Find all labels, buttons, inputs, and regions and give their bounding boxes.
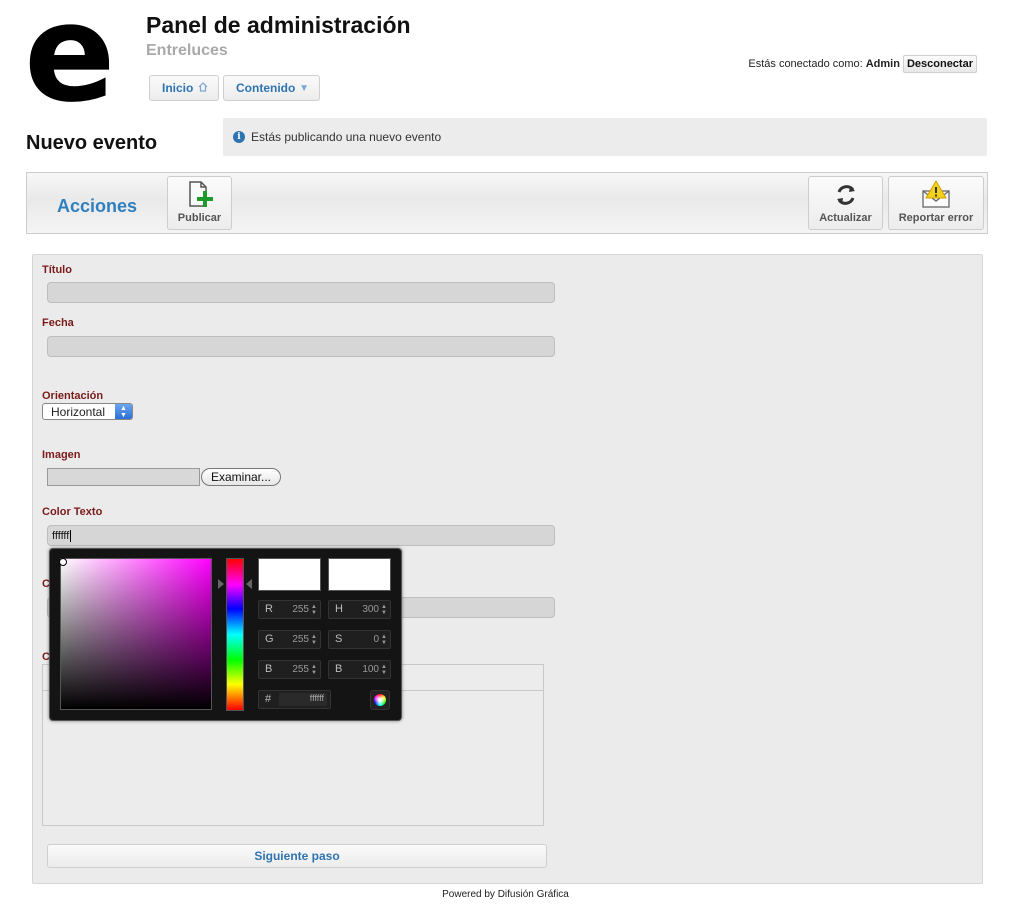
- hue-value: 300: [362, 604, 379, 615]
- refresh-button[interactable]: Actualizar: [808, 176, 883, 230]
- brightness-key: B: [335, 663, 343, 675]
- saturation-value: 0: [373, 634, 379, 645]
- stepper-icon: ▲ ▼: [311, 604, 317, 616]
- orientacion-select[interactable]: Horizontal ▲ ▼: [42, 403, 133, 420]
- hue-arrow-left-icon: [218, 579, 224, 589]
- notice-text: Estás publicando una nuevo evento: [251, 130, 442, 144]
- color-wheel-button[interactable]: [370, 690, 390, 710]
- logout-button[interactable]: Desconectar: [902, 55, 977, 73]
- select-arrows-icon: ▲ ▼: [115, 404, 132, 419]
- stepper-icon: ▲ ▼: [311, 634, 317, 646]
- brightness-field[interactable]: B 100 ▲ ▼: [328, 660, 391, 679]
- user-prefix: Estás conectado como:: [748, 58, 863, 70]
- red-field[interactable]: R 255 ▲ ▼: [258, 600, 321, 619]
- blue-field[interactable]: B 255 ▲ ▼: [258, 660, 321, 679]
- orientacion-label: Orientación: [42, 390, 104, 402]
- app-subtitle: Entreluces: [146, 42, 228, 59]
- site-logo: e: [24, 0, 116, 132]
- hue-field[interactable]: H 300 ▲ ▼: [328, 600, 391, 619]
- hex-value: ffffff: [279, 693, 327, 706]
- page-title: Nuevo evento: [26, 132, 158, 154]
- file-path-field: [47, 468, 200, 486]
- green-value: 255: [292, 634, 309, 645]
- user-name: Admin: [865, 58, 900, 70]
- saturation-field[interactable]: S 0 ▲ ▼: [328, 630, 391, 649]
- app-title: Panel de administración: [146, 12, 411, 38]
- hex-key: #: [265, 693, 272, 705]
- user-bar: Estás conectado como: Admin Desconectar: [748, 55, 977, 73]
- color-wheel-icon: [374, 694, 386, 706]
- stepper-icon: ▲ ▼: [381, 634, 387, 646]
- saturation-cursor[interactable]: [59, 558, 67, 566]
- brightness-value: 100: [362, 664, 379, 675]
- footer-credit: Powered by Difusión Gráfica: [442, 889, 569, 900]
- titulo-input[interactable]: [47, 282, 555, 303]
- blue-value: 255: [292, 664, 309, 675]
- nav-inicio-button[interactable]: Inicio: [149, 75, 219, 101]
- red-key: R: [265, 603, 273, 615]
- text-caret: [70, 529, 72, 542]
- refresh-icon: [831, 177, 861, 213]
- publish-button[interactable]: Publicar: [167, 176, 232, 230]
- titulo-label: Título: [42, 264, 72, 276]
- stepper-icon: ▲ ▼: [381, 604, 387, 616]
- stepper-icon: ▲ ▼: [381, 664, 387, 676]
- green-key: G: [265, 633, 274, 645]
- color-texto-label: Color Texto: [42, 506, 103, 518]
- new-color-swatch: [258, 558, 321, 591]
- saturation-brightness-area[interactable]: [60, 558, 212, 710]
- orientacion-value: Horizontal: [51, 404, 106, 419]
- stepper-icon: ▲ ▼: [311, 664, 317, 676]
- browse-button[interactable]: Examinar...: [201, 468, 281, 486]
- publish-label: Publicar: [177, 212, 222, 224]
- fecha-input[interactable]: [47, 336, 555, 357]
- chevron-down-icon: ▼: [299, 82, 309, 94]
- hue-arrow-right-icon: [246, 579, 252, 589]
- next-step-button[interactable]: Siguiente paso: [47, 844, 547, 868]
- blue-key: B: [265, 663, 273, 675]
- hue-slider[interactable]: [226, 558, 244, 711]
- saturation-key: S: [335, 633, 343, 645]
- info-notice: i Estás publicando una nuevo evento: [223, 118, 987, 156]
- hue-key: H: [335, 603, 343, 615]
- report-error-button[interactable]: Reportar error: [888, 176, 984, 230]
- report-error-label: Reportar error: [898, 212, 974, 224]
- red-value: 255: [292, 604, 309, 615]
- fecha-label: Fecha: [42, 317, 74, 329]
- nav-contenido-label: Contenido: [236, 81, 296, 95]
- home-icon: [198, 81, 208, 95]
- current-color-swatch[interactable]: [328, 558, 391, 591]
- green-field[interactable]: G 255 ▲ ▼: [258, 630, 321, 649]
- color-texto-input[interactable]: ffffff: [47, 525, 555, 546]
- imagen-label: Imagen: [42, 449, 81, 461]
- info-icon: i: [233, 131, 245, 143]
- color-texto-value: ffffff: [52, 529, 70, 542]
- warning-mail-icon: [919, 177, 953, 213]
- refresh-label: Actualizar: [819, 212, 872, 224]
- hex-field[interactable]: # ffffff: [258, 690, 331, 709]
- toolbar-section-label: Acciones: [57, 196, 138, 216]
- nav-contenido-button[interactable]: Contenido ▼: [223, 75, 320, 101]
- nav-inicio-label: Inicio: [162, 81, 194, 95]
- add-document-icon: [184, 177, 216, 213]
